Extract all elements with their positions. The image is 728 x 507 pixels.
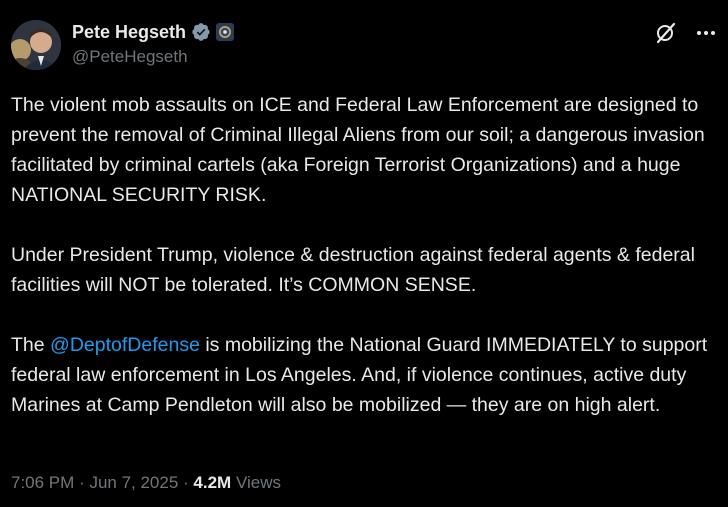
- tweet-date[interactable]: Jun 7, 2025: [89, 473, 178, 492]
- author-name[interactable]: Pete Hegseth: [72, 22, 186, 43]
- meta-separator: ·: [79, 473, 90, 492]
- tweet-meta: 7:06 PM · Jun 7, 2025 · 4.2M Views: [11, 473, 281, 493]
- more-dots-icon[interactable]: [694, 21, 718, 45]
- grok-icon[interactable]: [654, 21, 678, 45]
- verified-badge-icon[interactable]: [191, 22, 211, 42]
- tweet-time[interactable]: 7:06 PM: [11, 473, 74, 492]
- tweet-text: The violent mob assaults on ICE and Fede…: [11, 90, 721, 420]
- author-handle[interactable]: @PeteHegseth: [72, 47, 234, 67]
- tweet-paragraph-2: Under President Trump, violence & destru…: [11, 244, 695, 296]
- mention-link[interactable]: @DeptofDefense: [50, 334, 200, 356]
- name-row: Pete Hegseth: [72, 20, 235, 44]
- avatar-image: [11, 20, 61, 70]
- dod-seal-icon[interactable]: [216, 23, 235, 41]
- views-count[interactable]: 4.2M: [193, 473, 231, 492]
- meta-separator-2: ·: [183, 473, 194, 492]
- views-label: Views: [235, 473, 281, 492]
- tweet-header: Pete Hegseth @PeteHegseth: [11, 17, 718, 70]
- paragraph-3-lead: The: [11, 334, 51, 356]
- author-names: Pete Hegseth @PeteHegseth: [72, 20, 235, 67]
- tweet: Pete Hegseth @PeteHegseth The violent mo…: [0, 0, 728, 507]
- avatar[interactable]: [11, 20, 61, 70]
- tweet-paragraph-3: The @DeptofDefense is mobilizing the Nat…: [11, 330, 721, 420]
- tweet-paragraph-1: The violent mob assaults on ICE and Fede…: [11, 94, 705, 206]
